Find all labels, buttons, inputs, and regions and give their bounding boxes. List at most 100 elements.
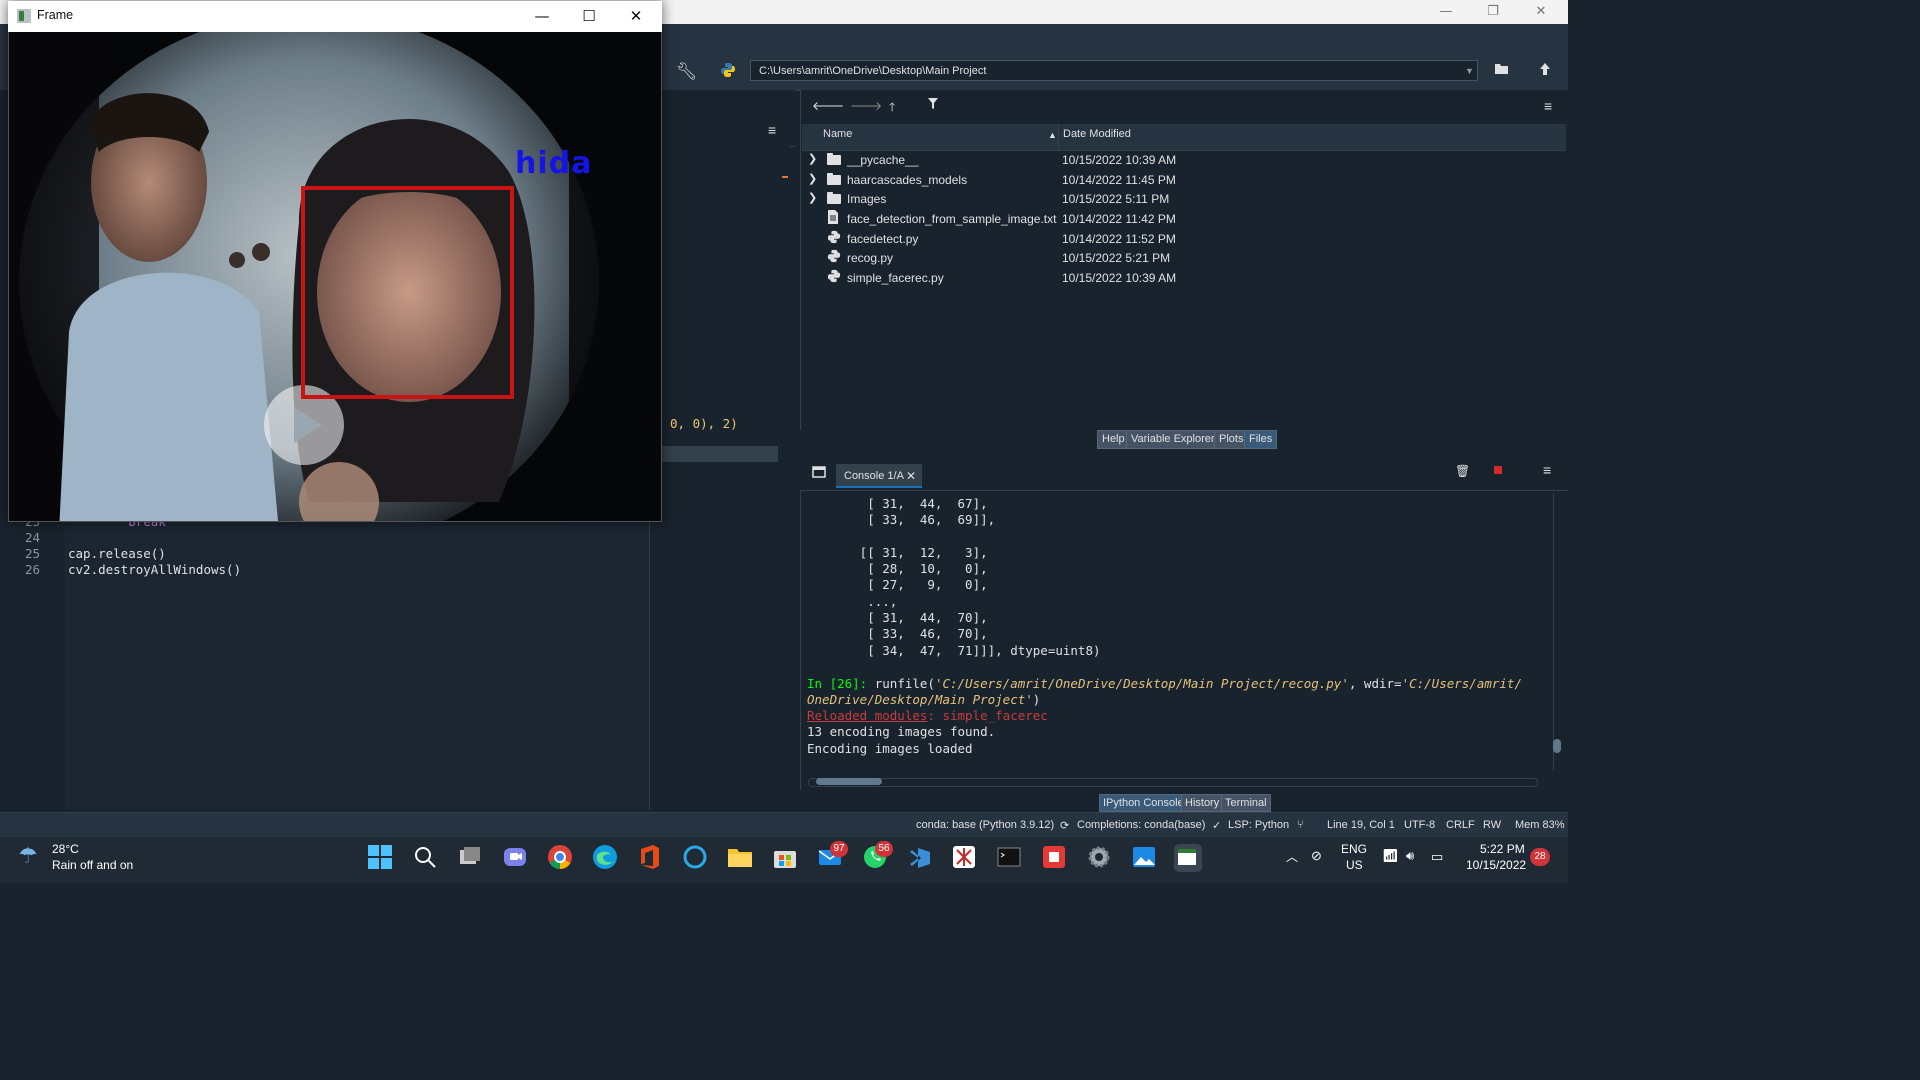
scroll-thumb[interactable]: [816, 778, 882, 785]
notification-badge[interactable]: 28: [1530, 848, 1550, 866]
back-arrow-icon[interactable]: 🡐: [812, 98, 844, 113]
clock-date[interactable]: 10/15/2022: [1466, 858, 1526, 872]
wifi-icon[interactable]: 📶︎: [1382, 848, 1399, 864]
network-off-icon[interactable]: ⊘: [1311, 848, 1322, 864]
frame-close-icon[interactable]: ✕: [621, 7, 651, 27]
close-icon[interactable]: ✕: [1531, 4, 1551, 20]
status-encoding: UTF-8: [1404, 819, 1436, 831]
wrench-icon[interactable]: 🔧︎: [676, 62, 698, 82]
clock-time[interactable]: 5:22 PM: [1480, 842, 1525, 856]
expand-arrow-icon[interactable]: ❯: [808, 191, 817, 204]
parent-dir-icon[interactable]: 🡑: [889, 98, 895, 119]
console-horizontal-scrollbar[interactable]: [808, 776, 1550, 787]
restore-icon[interactable]: ❐: [1483, 4, 1503, 20]
stop-icon[interactable]: [1494, 466, 1502, 474]
chevron-up-icon[interactable]: ︿: [1286, 848, 1298, 865]
scroll-thumb[interactable]: [1553, 739, 1561, 753]
status-completions[interactable]: Completions: conda(base): [1077, 819, 1205, 831]
file-row[interactable]: ❯ Images 10/15/2022 5:11 PM: [802, 190, 1566, 209]
terminal-icon[interactable]: [996, 844, 1024, 872]
files-options-icon[interactable]: ≡: [1544, 98, 1552, 114]
forward-arrow-icon[interactable]: 🡒: [850, 98, 882, 113]
rain-umbrella-icon[interactable]: ☂: [18, 844, 38, 869]
column-name[interactable]: Name: [823, 128, 852, 140]
file-row[interactable]: ❯ haarcascades_models 10/14/2022 11:45 P…: [802, 171, 1566, 190]
folder-icon: [827, 190, 841, 204]
frame-app-icon: [17, 9, 31, 28]
microsoft-store-icon[interactable]: [772, 844, 800, 872]
tab-ipython-console[interactable]: IPython Console: [1099, 794, 1188, 812]
office-icon[interactable]: [637, 844, 665, 872]
tab-terminal[interactable]: Terminal: [1221, 794, 1271, 812]
weather-temp[interactable]: 28°C: [52, 842, 79, 856]
volume-icon[interactable]: 🔊︎: [1406, 848, 1414, 864]
frame-maximize-icon[interactable]: ☐: [574, 7, 604, 27]
column-date-modified[interactable]: Date Modified: [1063, 128, 1131, 140]
file-row[interactable]: facedetect.py 10/14/2022 11:52 PM: [802, 230, 1566, 249]
tab-files[interactable]: Files: [1244, 430, 1278, 449]
file-date: 10/14/2022 11:42 PM: [1062, 212, 1176, 226]
unity-icon[interactable]: [951, 844, 979, 872]
tab-variable-explorer[interactable]: Variable Explorer: [1126, 430, 1220, 449]
language-indicator[interactable]: ENG: [1341, 842, 1367, 856]
face-label: hida: [515, 146, 593, 181]
folder-open-icon[interactable]: [1494, 61, 1510, 81]
console-output-line: [ 28, 10, 0],: [807, 561, 988, 576]
file-row[interactable]: recog.py 10/15/2022 5:21 PM: [802, 249, 1566, 268]
status-env[interactable]: conda: base (Python 3.9.12): [916, 819, 1054, 831]
file-explorer-icon[interactable]: [727, 844, 755, 872]
python-opencv-window-icon[interactable]: [1174, 844, 1202, 872]
reloaded-modules-link[interactable]: Reloaded modules: [807, 708, 927, 723]
console-options-icon[interactable]: ≡: [1543, 462, 1551, 478]
file-row[interactable]: simple_facerec.py 10/15/2022 10:39 AM: [802, 269, 1566, 288]
close-tab-icon[interactable]: ✕: [906, 464, 916, 488]
python-icon[interactable]: [720, 62, 736, 83]
search-icon[interactable]: [412, 844, 440, 872]
scroll-track: [808, 778, 1538, 787]
file-name: simple_facerec.py: [847, 271, 944, 285]
settings-gear-icon[interactable]: [1086, 844, 1114, 872]
tab-help[interactable]: Help: [1097, 430, 1130, 449]
edge-icon[interactable]: [592, 844, 620, 872]
frame-minimize-icon[interactable]: —: [527, 7, 557, 27]
console-output-line: [ 33, 46, 70],: [807, 626, 988, 641]
window-icon[interactable]: [812, 465, 826, 483]
console-string: 'C:/Users/amrit/OneDrive/Desktop/Main Pr…: [934, 676, 1349, 691]
console-prompt: In [26]:: [807, 676, 868, 691]
code-line: cap.release(): [68, 546, 166, 561]
filter-icon[interactable]: [928, 98, 938, 112]
weather-desc[interactable]: Rain off and on: [52, 858, 133, 872]
windows-start-icon[interactable]: [367, 844, 395, 872]
file-row[interactable]: ❯ __pycache__ 10/15/2022 10:39 AM: [802, 151, 1566, 170]
console-vertical-scrollbar[interactable]: [1552, 493, 1562, 771]
battery-icon[interactable]: ▭: [1431, 849, 1443, 865]
vscode-icon[interactable]: [907, 844, 935, 872]
console-tab[interactable]: Console 1/A ✕: [836, 464, 922, 488]
editor-minimap[interactable]: [649, 146, 790, 810]
tab-history[interactable]: History: [1181, 794, 1224, 812]
expand-arrow-icon[interactable]: ❯: [808, 152, 817, 165]
task-view-icon[interactable]: [457, 844, 485, 872]
presentation-app-icon[interactable]: [1041, 844, 1069, 872]
options-menu-icon[interactable]: ≡: [768, 122, 776, 138]
status-lsp[interactable]: LSP: Python: [1228, 819, 1289, 831]
photos-icon[interactable]: [1131, 844, 1159, 872]
file-row[interactable]: face_detection_from_sample_image.txt 10/…: [802, 210, 1566, 229]
region-indicator[interactable]: US: [1346, 858, 1363, 872]
minimize-icon[interactable]: —: [1436, 4, 1456, 20]
file-date: 10/15/2022 5:21 PM: [1062, 251, 1171, 265]
teams-chat-icon[interactable]: [502, 844, 530, 872]
sort-up-icon[interactable]: ▲: [1048, 130, 1057, 140]
console-output-line: [ 33, 46, 69]],: [807, 512, 996, 527]
expand-arrow-icon[interactable]: ❯: [808, 172, 817, 185]
arrow-up-icon[interactable]: [1539, 61, 1551, 81]
chrome-icon[interactable]: [547, 844, 575, 872]
face-detection-box: [301, 186, 514, 399]
cortana-icon[interactable]: [682, 844, 710, 872]
chevron-down-icon[interactable]: ▼: [1465, 61, 1475, 82]
frame-titlebar[interactable]: — ☐ ✕: [8, 1, 662, 32]
trash-icon[interactable]: 🗑︎: [1455, 464, 1470, 478]
file-date: 10/15/2022 5:11 PM: [1062, 192, 1170, 206]
working-directory-combobox[interactable]: C:\Users\amrit\OneDrive\Desktop\Main Pro…: [750, 60, 1478, 81]
console-output-line: Encoding images loaded: [807, 741, 973, 756]
